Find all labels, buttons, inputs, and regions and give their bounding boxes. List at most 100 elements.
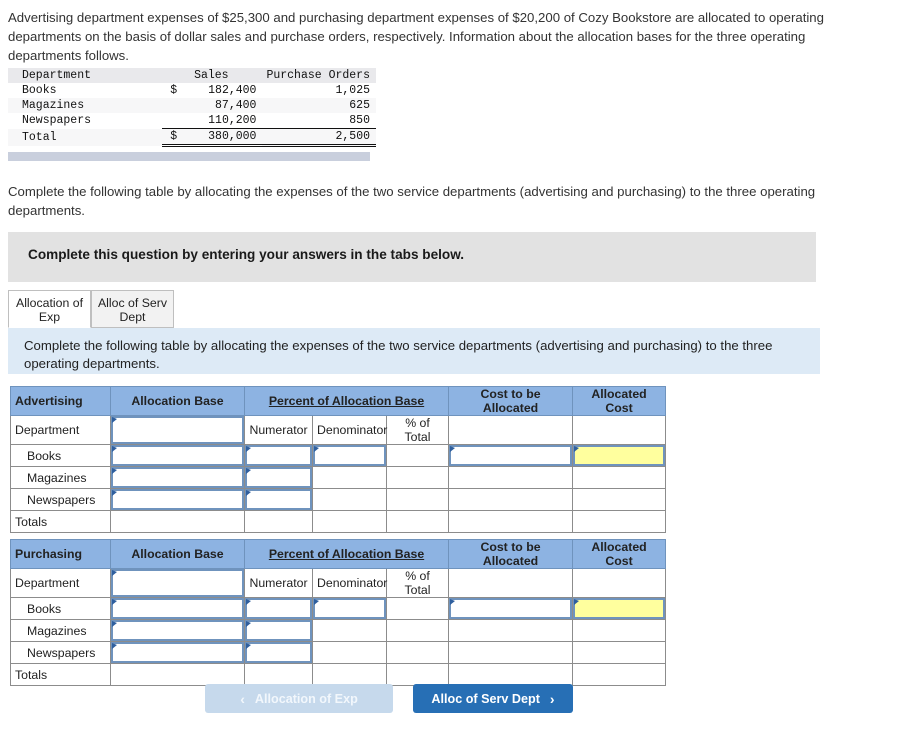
cell-allocated-cost-magazines[interactable] <box>572 619 667 642</box>
subheader-denominator: Denominator <box>312 568 387 598</box>
empty-cell <box>448 568 574 598</box>
table-row: Magazines <box>10 619 667 642</box>
cell-cost-to-be-allocated-newspapers[interactable] <box>448 488 574 511</box>
cell-sales: 110,200 <box>162 113 263 129</box>
total-denominator <box>312 510 387 533</box>
input-allocation-base-newspapers[interactable] <box>110 641 245 664</box>
grid-totals-row: Totals <box>10 663 667 686</box>
input-cost-to-be-allocated-books[interactable] <box>448 444 574 467</box>
cell-allocated-cost-newspapers[interactable] <box>572 488 667 511</box>
cell-denominator-newspapers[interactable] <box>312 488 387 511</box>
cell-allocated-cost-newspapers[interactable] <box>572 641 667 664</box>
cell-purchase-orders: 1,025 <box>262 83 376 98</box>
empty-cell <box>572 568 667 598</box>
header-allocation-base: Allocation Base <box>110 386 245 416</box>
table-footer-bar <box>8 152 370 161</box>
table-total-row: Total $380,000 2,500 <box>8 128 376 147</box>
subheader-department: Department <box>10 415 111 445</box>
cell-percent-of-total-newspapers[interactable] <box>385 641 450 664</box>
cell-marker-icon <box>246 468 251 474</box>
grid-header-row: Advertising Allocation Base Percent of A… <box>10 386 667 416</box>
subheader-department: Department <box>10 568 111 598</box>
cell-sales: 87,400 <box>162 98 263 113</box>
cell-denominator-magazines[interactable] <box>312 619 387 642</box>
cell-marker-icon <box>450 599 456 605</box>
total-allocation-base <box>110 510 245 533</box>
input-allocated-cost-books[interactable] <box>572 444 667 467</box>
total-allocation-base <box>110 663 245 686</box>
input-allocated-cost-books[interactable] <box>572 597 667 620</box>
header-purchase-orders: Purchase Orders <box>262 68 376 83</box>
input-allocation-base-magazines[interactable] <box>110 466 245 489</box>
input-numerator-newspapers[interactable] <box>244 641 313 664</box>
input-allocation-base-books[interactable] <box>110 597 245 620</box>
input-allocation-base-newspapers[interactable] <box>110 488 245 511</box>
prev-tab-button[interactable]: ‹ Allocation of Exp <box>205 684 393 713</box>
total-denominator <box>312 663 387 686</box>
input-cost-to-be-allocated-books[interactable] <box>448 597 574 620</box>
input-allocation-base-header[interactable] <box>110 415 245 445</box>
cell-marker-icon <box>246 621 251 627</box>
next-tab-button[interactable]: Alloc of Serv Dept › <box>413 684 573 713</box>
total-percent-of-total <box>385 663 450 686</box>
cell-percent-of-total-magazines[interactable] <box>385 466 450 489</box>
total-cost-to-be-allocated <box>448 663 574 686</box>
input-denominator-books[interactable] <box>312 444 387 467</box>
input-denominator-books[interactable] <box>312 597 387 620</box>
tab-alloc-of-serv-dept[interactable]: Alloc of Serv Dept <box>91 290 174 328</box>
header-cost-to-be-allocated: Cost to be Allocated <box>448 539 574 569</box>
cell-purchase-orders: 850 <box>262 113 376 129</box>
table-row: Magazines 87,400 625 <box>8 98 376 113</box>
total-allocated-cost <box>572 663 667 686</box>
grid-title: Advertising <box>10 386 111 416</box>
cell-cost-to-be-allocated-magazines[interactable] <box>448 619 574 642</box>
header-cost-to-be-allocated: Cost to be Allocated <box>448 386 574 416</box>
input-allocation-base-books[interactable] <box>110 444 245 467</box>
input-numerator-magazines[interactable] <box>244 466 313 489</box>
cell-marker-icon <box>246 643 251 649</box>
total-allocated-cost <box>572 510 667 533</box>
cell-percent-of-total-books[interactable] <box>385 597 450 620</box>
cell-cost-to-be-allocated-magazines[interactable] <box>448 466 574 489</box>
cell-percent-of-total-magazines[interactable] <box>385 619 450 642</box>
header-percent-of-allocation-base: Percent of Allocation Base <box>243 539 450 569</box>
cell-allocated-cost-magazines[interactable] <box>572 466 667 489</box>
row-label: Magazines <box>8 98 163 113</box>
total-numerator <box>244 510 313 533</box>
cell-marker-icon <box>112 490 117 496</box>
question-banner-text: Complete this question by entering your … <box>28 247 465 262</box>
empty-cell <box>572 415 667 445</box>
input-numerator-books[interactable] <box>244 444 313 467</box>
cell-marker-icon <box>112 468 117 474</box>
bottom-nav: ‹ Allocation of Exp Alloc of Serv Dept › <box>0 684 900 716</box>
cell-marker-icon <box>112 643 117 649</box>
cell-marker-icon <box>112 417 117 423</box>
cell-marker-icon <box>574 446 580 452</box>
subheader-percent-of-total: % of Total <box>385 568 450 598</box>
header-allocation-base: Allocation Base <box>110 539 245 569</box>
tab-allocation-of-exp[interactable]: Allocation of Exp <box>8 290 91 328</box>
header-percent-of-allocation-base: Percent of Allocation Base <box>243 386 450 416</box>
cell-denominator-newspapers[interactable] <box>312 641 387 664</box>
cell-percent-of-total-books[interactable] <box>385 444 450 467</box>
input-allocation-base-header[interactable] <box>110 568 245 598</box>
input-numerator-newspapers[interactable] <box>244 488 313 511</box>
total-sales: $380,000 <box>162 128 263 147</box>
cell-cost-to-be-allocated-newspapers[interactable] <box>448 641 574 664</box>
currency-symbol: $ <box>170 130 178 143</box>
input-numerator-books[interactable] <box>244 597 313 620</box>
cell-marker-icon <box>246 446 251 452</box>
cell-percent-of-total-newspapers[interactable] <box>385 488 450 511</box>
cell-purchase-orders: 625 <box>262 98 376 113</box>
table-row: Magazines <box>10 466 667 489</box>
cell-marker-icon <box>314 599 319 605</box>
cell-sales: $182,400 <box>162 83 263 98</box>
subheader-percent-of-total: % of Total <box>385 415 450 445</box>
row-label-newspapers: Newspapers <box>10 641 111 664</box>
input-allocation-base-magazines[interactable] <box>110 619 245 642</box>
empty-cell <box>448 415 574 445</box>
cell-denominator-magazines[interactable] <box>312 466 387 489</box>
table-row: Books <box>10 444 667 467</box>
input-numerator-magazines[interactable] <box>244 619 313 642</box>
cell-marker-icon <box>574 599 580 605</box>
